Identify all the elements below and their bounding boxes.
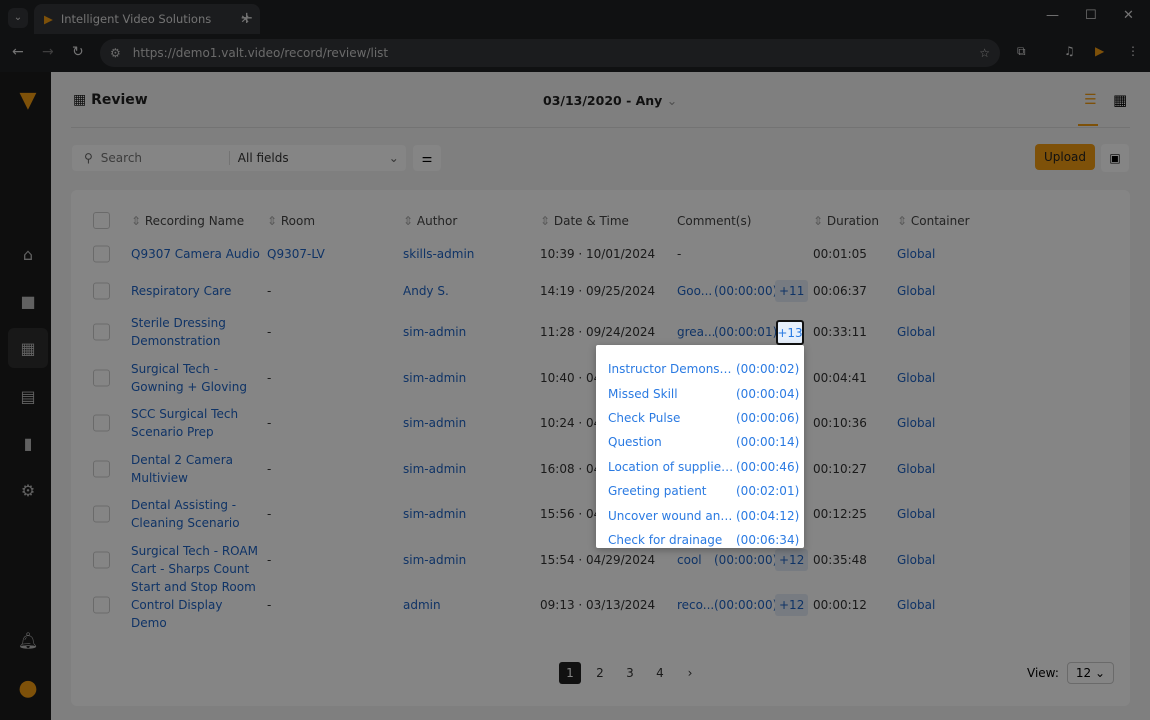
comment-label: Greeting patient [608,484,707,499]
comment-timestamp: (00:04:12) [736,508,800,523]
comment-timestamp: (00:06:34) [736,532,800,547]
modal-backdrop[interactable] [0,0,1150,720]
comment-label: Check Pulse [608,410,681,425]
comments-popup: Instructor Demonstr... (00:00:02) Missed S… [596,345,804,548]
comment-label: Instructor Demonstr... [608,362,736,377]
comment-label: Missed Skill [608,386,678,401]
comment-timestamp: (00:00:14) [736,435,800,450]
more-comments-button-active[interactable]: +13 [776,320,804,345]
comment-item[interactable]: Question (00:00:14) [608,430,804,454]
comment-label: Location of supplies ... [608,459,736,474]
comment-item[interactable]: Greeting patient (00:02:01) [608,479,804,503]
comment-timestamp: (00:00:02) [736,362,800,377]
comment-item[interactable]: Missed Skill (00:00:04) [608,381,804,405]
comment-item[interactable]: Uncover wound and ... (00:04:12) [608,503,804,527]
comment-item[interactable]: Check Pulse (00:00:06) [608,406,804,430]
comment-label: Question [608,435,662,450]
comment-timestamp: (00:00:04) [736,386,800,401]
comment-timestamp: (00:00:06) [736,410,800,425]
comment-timestamp: (00:02:01) [736,484,800,499]
comment-item[interactable]: Instructor Demonstr... (00:00:02) [608,357,804,381]
comment-item[interactable]: Location of supplies ... (00:00:46) [608,455,804,479]
comment-label: Uncover wound and ... [608,508,736,523]
comment-label: Check for drainage [608,532,723,547]
comment-item[interactable]: Check for drainage (00:06:34) [608,528,804,552]
comment-timestamp: (00:00:46) [736,459,800,474]
